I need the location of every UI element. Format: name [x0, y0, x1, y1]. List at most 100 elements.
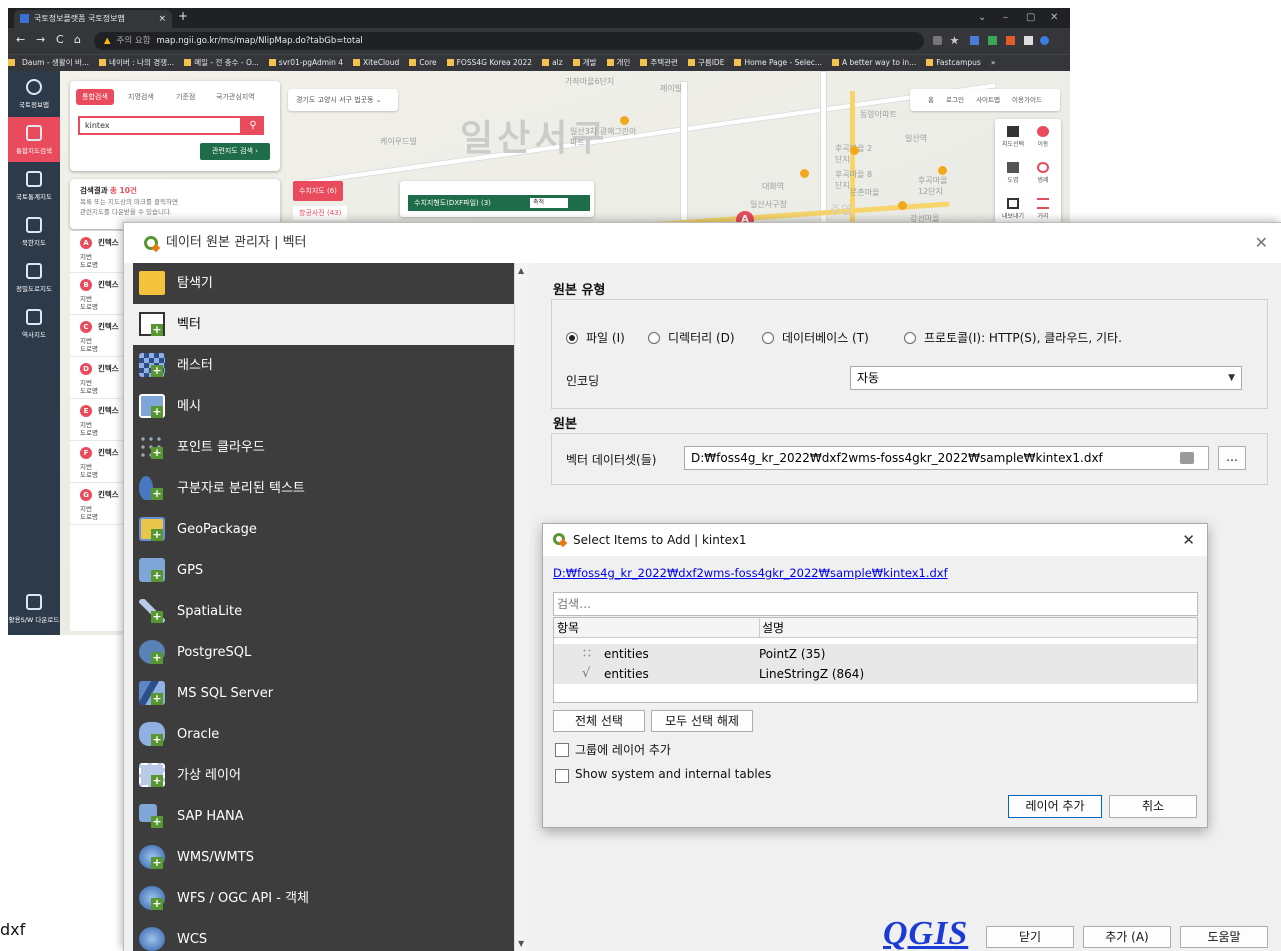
tab-search-icon[interactable]: ⌄ [978, 8, 986, 28]
group-checkbox[interactable] [555, 743, 569, 757]
bookmark[interactable]: Daum - 생활이 바... [8, 55, 89, 71]
bookmark-folder[interactable]: XiteCloud [353, 55, 399, 71]
bookmark-folder[interactable]: FOSS4G Korea 2022 [446, 55, 532, 71]
close-button[interactable]: 닫기 [986, 926, 1074, 948]
extension-icon[interactable] [988, 36, 997, 45]
sidebar-item-oracle[interactable]: + Oracle [133, 714, 518, 755]
table-row[interactable]: entities PointZ (35) [554, 644, 1197, 664]
sidebar-item-postgresql[interactable]: + PostgreSQL [133, 632, 518, 673]
sidebar-item-point-cloud[interactable]: + 포인트 클라우드 [133, 427, 518, 468]
bookmark-folder[interactable]: Core [409, 55, 437, 71]
distance-tool[interactable]: 거리 [1029, 195, 1057, 221]
add-button[interactable]: 추가 (A) [1083, 926, 1171, 948]
radio-protocol[interactable] [904, 332, 916, 344]
radio-file-label[interactable]: 파일 (I) [586, 329, 625, 346]
radio-directory[interactable] [648, 332, 660, 344]
clear-icon[interactable] [1180, 452, 1194, 464]
sidebar-item-virtual-layer[interactable]: + 가상 레이어 [133, 755, 518, 796]
select-all-button[interactable]: 전체 선택 [553, 710, 645, 732]
sidebar-item-browser[interactable]: 탐색기 [133, 263, 518, 304]
sidebar-item-spatialite[interactable]: + SpatiaLite [133, 591, 518, 632]
sidebar-item-vector[interactable]: + 벡터 [133, 304, 518, 345]
layer-search-input[interactable]: 검색… [553, 592, 1198, 616]
scroll-down-icon[interactable]: ▼ [518, 939, 524, 948]
system-tables-checkbox[interactable] [555, 769, 569, 783]
nav-item[interactable]: 북한지도 [8, 209, 60, 254]
bookmark-star-icon[interactable] [950, 36, 959, 45]
export-tool[interactable]: 내보내기 [999, 195, 1027, 221]
bookmark-folder[interactable]: 개발 [572, 55, 597, 71]
bookmark-folder[interactable]: Fastcampus [926, 55, 981, 71]
bookmark-folder[interactable]: alz [542, 55, 563, 71]
pan-tool[interactable]: 이동 [1029, 123, 1057, 149]
bookmark-folder[interactable]: 주택관련 [640, 55, 678, 71]
close-icon[interactable]: ✕ [1182, 524, 1195, 556]
sidebar-scrollbar[interactable]: ▲ ▼ [514, 263, 529, 951]
bookmark[interactable]: 메일 - 전 충수 - O... [184, 55, 259, 71]
radio-database-label[interactable]: 데이터베이스 (T) [782, 329, 869, 346]
back-button[interactable]: ← [16, 33, 25, 46]
radio-protocol-label[interactable]: 프로토콜(I): HTTP(S), 클라우드, 기타. [924, 329, 1122, 346]
sidebar-item-mssql[interactable]: + MS SQL Server [133, 673, 518, 714]
nav-item[interactable]: 역사지도 [8, 301, 60, 346]
forward-button[interactable]: → [36, 33, 45, 46]
aerial-photo-chip[interactable]: 항공사진 (43) [293, 206, 348, 220]
qgis-logo-link[interactable]: QGIS [883, 915, 968, 951]
tab-interest-area[interactable]: 국가관심지역 [210, 89, 261, 105]
bookmark[interactable]: 네이버 : 나의 경쟁... [99, 55, 174, 71]
dxf-layer-header[interactable]: 수치지형도(DXF파일) (3) 축척 [408, 195, 590, 211]
extension-icon[interactable] [970, 36, 979, 45]
extension-icon[interactable] [1006, 36, 1015, 45]
radio-database[interactable] [762, 332, 774, 344]
table-row[interactable]: √ entities LineStringZ (864) [554, 664, 1197, 684]
new-tab-button[interactable]: + [178, 9, 188, 23]
url-bar[interactable]: ▲ 주의 요함 map.ngii.go.kr/ms/map/NlipMap.do?t… [94, 32, 924, 50]
maximize-button[interactable]: ▢ [1026, 8, 1035, 28]
top-menu[interactable]: 홈 로그인 사이트맵 이용가이드 [910, 89, 1060, 111]
tab-control-point[interactable]: 기준점 [170, 89, 201, 105]
nav-item-active[interactable]: 통합지도검색 [8, 117, 60, 162]
share-icon[interactable] [933, 36, 942, 45]
related-map-button[interactable]: 관련지도 검색 › [200, 143, 270, 160]
deselect-all-button[interactable]: 모두 선택 해제 [651, 710, 753, 732]
scale-select[interactable]: 축척 [530, 198, 568, 208]
scroll-up-icon[interactable]: ▲ [518, 266, 524, 275]
sidebar-item-mesh[interactable]: + 메시 [133, 386, 518, 427]
group-checkbox-label[interactable]: 그룹에 레이어 추가 [575, 741, 671, 758]
window-close-button[interactable]: ✕ [1050, 8, 1058, 28]
home-button[interactable]: ⌂ [74, 33, 81, 46]
nav-item[interactable]: 정밀도로지도 [8, 255, 60, 300]
bookmark-folder[interactable]: 개인 [606, 55, 630, 71]
region-select[interactable]: 경기도 고양시 서구 법곳동 ⌄ [288, 89, 398, 111]
bookmark[interactable]: A better way to in... [831, 55, 916, 71]
dataset-path-link[interactable]: D:₩foss4g_kr_2022₩dxf2wms-foss4gkr_2022₩… [553, 566, 948, 580]
profile-avatar[interactable] [1040, 36, 1049, 45]
minimize-button[interactable]: – [1003, 8, 1008, 28]
bookmark[interactable]: svr01-pgAdmin 4 [268, 55, 343, 71]
bookmark[interactable]: Home Page - Selec... [734, 55, 822, 71]
sidebar-item-wms[interactable]: + WMS/WMTS [133, 837, 518, 878]
search-button[interactable]: ⚲ [242, 116, 264, 135]
cancel-button[interactable]: 취소 [1109, 795, 1197, 818]
sidebar-item-gps[interactable]: + GPS [133, 550, 518, 591]
col-item[interactable]: 항목 [557, 618, 579, 638]
sidebar-item-wfs[interactable]: + WFS / OGC API - 객체 [133, 878, 518, 919]
sidebar-item-sap-hana[interactable]: + SAP HANA [133, 796, 518, 837]
tab-place-search[interactable]: 지명검색 [122, 89, 160, 105]
radio-file[interactable] [566, 332, 578, 344]
radio-directory-label[interactable]: 디렉터리 (D) [668, 329, 735, 346]
bookmark-folder[interactable]: 구름IDE [687, 55, 724, 71]
nav-item[interactable]: 국토통계지도 [8, 163, 60, 208]
help-button[interactable]: 도움말 [1180, 926, 1268, 948]
sidebar-item-raster[interactable]: + 래스터 [133, 345, 518, 386]
legend-tool[interactable]: 범례 [1029, 159, 1057, 185]
browser-tab[interactable]: 국토정보플랫폼 국토정보맵 × [14, 10, 172, 28]
browse-button[interactable]: … [1218, 446, 1246, 470]
search-input[interactable]: kintex [78, 116, 242, 135]
nav-item[interactable]: 활용S/W 다운로드 [8, 586, 60, 631]
col-description[interactable]: 설명 [759, 618, 784, 638]
dataset-path-input[interactable]: D:₩foss4g_kr_2022₩dxf2wms-foss4gkr_2022₩… [684, 446, 1209, 470]
nav-item[interactable]: 국토정보맵 [8, 71, 60, 116]
tab-integrated-search[interactable]: 통합검색 [76, 89, 114, 105]
sheet-tool[interactable]: 도엽 [999, 159, 1027, 185]
